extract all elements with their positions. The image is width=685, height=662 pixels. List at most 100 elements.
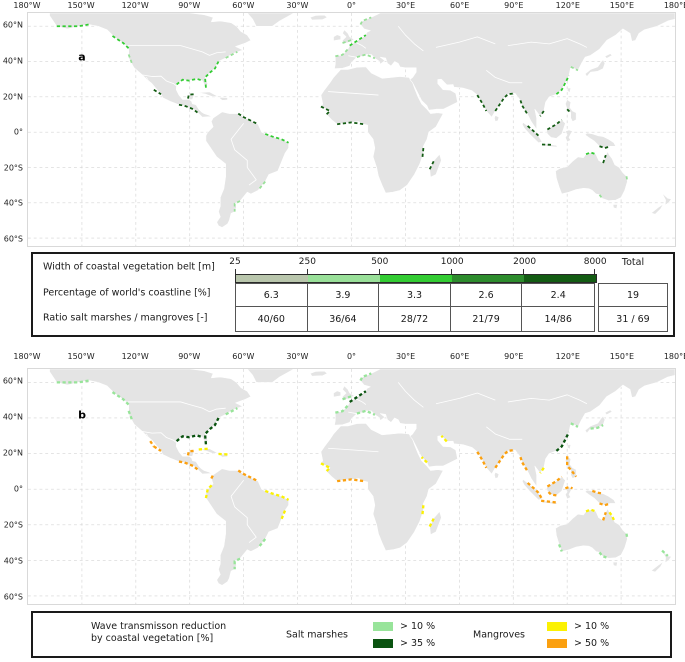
legend-entry-label: > 50 % — [574, 638, 609, 649]
pct-cell: 3.9 — [308, 284, 380, 307]
ratio-cell: 40/60 — [236, 307, 308, 331]
lon-axis-label: 180°W — [13, 1, 40, 10]
lat-axis-label: 20°S — [4, 521, 23, 530]
ratio-cell: 14/86 — [522, 307, 594, 331]
legend-group-salt-marshes: Salt marshes — [286, 629, 348, 640]
legend-entry: > 35 % — [373, 635, 435, 652]
colorbar-segment — [452, 275, 524, 282]
lon-axis-label: 120°E — [556, 1, 580, 10]
colorbar-tick-label: 500 — [371, 257, 388, 267]
colorbar-segment — [524, 275, 596, 282]
world-map-a — [27, 12, 676, 247]
legend-entry-label: > 10 % — [574, 621, 609, 632]
lat-axis-b: 60°N 40°N 20°N 0° 20°S 40°S 60°S — [0, 368, 25, 605]
legend-entry: > 10 % — [373, 618, 435, 635]
pct-total-cell: 19 — [599, 284, 667, 307]
lon-axis-label: 90°W — [178, 1, 200, 10]
legend-entry: > 10 % — [547, 618, 609, 635]
lon-axis-label: 180°W — [13, 352, 40, 361]
lon-axis-label: 120°E — [556, 352, 580, 361]
salt-marsh-35-swatch — [373, 639, 393, 648]
colorbar-tick-label: 1000 — [441, 257, 464, 267]
mangrove-50-swatch — [547, 639, 567, 648]
lon-axis-label: 30°W — [286, 1, 308, 10]
lon-axis-label: 120°W — [122, 352, 149, 361]
lon-axis-label: 60°W — [232, 1, 254, 10]
lon-axis-b: 180°W 150°W 120°W 90°W 60°W 30°W 0° 30°E… — [27, 352, 676, 363]
lat-axis-label: 60°S — [4, 234, 23, 243]
legend-group-mangroves: Mangroves — [473, 629, 525, 640]
legend-entry-label: > 35 % — [400, 638, 435, 649]
lat-axis-label: 40°S — [4, 199, 23, 208]
legend-title: Wave transmisson reduction by coastal ve… — [91, 621, 226, 644]
summary-table: Width of coastal vegetation belt [m] Per… — [31, 252, 675, 337]
lat-axis-a: 60°N 40°N 20°N 0° 20°S 40°S 60°S — [0, 12, 25, 247]
lon-axis-label: 150°W — [67, 1, 94, 10]
lon-axis-label: 60°E — [450, 1, 469, 10]
lat-axis-label: 40°N — [3, 56, 23, 65]
colorbar-tick-label: 2000 — [513, 257, 536, 267]
table-value-cells: 6.3 3.9 3.3 2.6 2.4 40/60 36/64 28/72 21… — [235, 283, 595, 332]
lon-axis-label: 30°E — [396, 1, 415, 10]
pct-cell: 3.3 — [379, 284, 451, 307]
lat-axis-label: 40°S — [4, 557, 23, 566]
legend-box: Wave transmisson reduction by coastal ve… — [31, 611, 672, 658]
lat-axis-label: 20°N — [3, 92, 23, 101]
table-row-label-percentage: Percentage of world's coastline [%] — [43, 288, 211, 299]
lon-axis-label: 60°E — [450, 352, 469, 361]
mangrove-10-swatch — [547, 622, 567, 631]
lon-axis-label: 90°E — [504, 352, 523, 361]
colorbar-segment — [236, 275, 308, 282]
lon-axis-label: 60°W — [232, 352, 254, 361]
panel-label-b: b — [78, 409, 86, 422]
lon-axis-label: 90°E — [504, 1, 523, 10]
lat-axis-label: 60°N — [3, 21, 23, 30]
ratio-cell: 36/64 — [308, 307, 380, 331]
legend-entries-mangroves: > 10 % > 50 % — [547, 618, 609, 652]
lon-axis-label: 30°E — [396, 352, 415, 361]
lon-axis-label: 180°E — [664, 352, 685, 361]
total-column-cells: 19 31 / 69 — [598, 283, 668, 332]
lon-axis-label: 150°E — [610, 1, 634, 10]
colorbar-segment — [308, 275, 380, 282]
lat-axis-label: 40°N — [3, 413, 23, 422]
lat-axis-label: 20°S — [4, 163, 23, 172]
pct-cell: 6.3 — [236, 284, 308, 307]
lon-axis-label: 180°E — [664, 1, 685, 10]
lon-axis-label: 30°W — [286, 352, 308, 361]
legend-entries-salt-marshes: > 10 % > 35 % — [373, 618, 435, 652]
lat-axis-label: 20°N — [3, 449, 23, 458]
lat-axis-label: 0° — [14, 128, 23, 137]
table-row-label-width: Width of coastal vegetation belt [m] — [43, 262, 215, 273]
lon-axis-label: 150°E — [610, 352, 634, 361]
total-column-label: Total — [598, 257, 668, 268]
lon-axis-a: 180°W 150°W 120°W 90°W 60°W 30°W 0° 30°E… — [27, 1, 676, 12]
lat-axis-label: 0° — [14, 485, 23, 494]
legend-entry-label: > 10 % — [400, 621, 435, 632]
salt-marsh-10-swatch — [373, 622, 393, 631]
ratio-cell: 28/72 — [379, 307, 451, 331]
legend-title-line2: by coastal vegetation [%] — [91, 633, 226, 645]
colorbar-tick-label: 250 — [299, 257, 316, 267]
lon-axis-label: 0° — [347, 352, 356, 361]
legend-title-line1: Wave transmisson reduction — [91, 621, 226, 633]
panel-label-a: a — [78, 51, 85, 64]
lon-axis-label: 120°W — [122, 1, 149, 10]
vegetation-width-colorbar — [235, 274, 597, 283]
lon-axis-label: 90°W — [178, 352, 200, 361]
world-map-b — [27, 368, 676, 605]
ratio-cell: 21/79 — [451, 307, 523, 331]
lon-axis-label: 150°W — [67, 352, 94, 361]
colorbar-area: 25 250 500 1000 2000 8000 6.3 3.9 3.3 — [235, 254, 597, 335]
ratio-total-cell: 31 / 69 — [599, 307, 667, 331]
colorbar-segment — [380, 275, 452, 282]
colorbar-tick-label: 25 — [229, 257, 240, 267]
pct-cell: 2.6 — [451, 284, 523, 307]
pct-cell: 2.4 — [522, 284, 594, 307]
lat-axis-label: 60°S — [4, 592, 23, 601]
figure: 180°W 150°W 120°W 90°W 60°W 30°W 0° 30°E… — [0, 0, 685, 662]
table-row-label-ratio: Ratio salt marshes / mangroves [-] — [43, 313, 207, 324]
legend-entry: > 50 % — [547, 635, 609, 652]
lon-axis-label: 0° — [347, 1, 356, 10]
lat-axis-label: 60°N — [3, 377, 23, 386]
